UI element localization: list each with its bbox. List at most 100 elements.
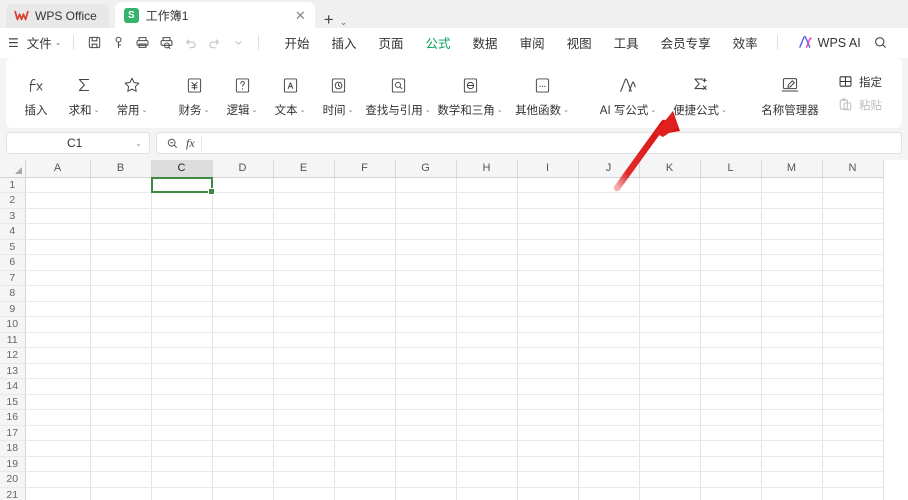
- cell-E19[interactable]: [273, 456, 335, 472]
- cell-H11[interactable]: [456, 332, 518, 348]
- cell-F19[interactable]: [334, 456, 396, 472]
- cell-A6[interactable]: [25, 254, 91, 271]
- row-header-1[interactable]: 1: [0, 177, 26, 193]
- cell-F14[interactable]: [334, 378, 396, 395]
- cell-J17[interactable]: [578, 425, 640, 441]
- cell-M16[interactable]: [761, 409, 823, 426]
- cell-C16[interactable]: [151, 409, 213, 426]
- cell-I14[interactable]: [517, 378, 579, 395]
- insert-function-button[interactable]: 插入: [12, 62, 60, 124]
- cell-D16[interactable]: [212, 409, 274, 426]
- cell-E15[interactable]: [273, 394, 335, 410]
- cell-J13[interactable]: [578, 363, 640, 379]
- column-header-B[interactable]: B: [90, 160, 152, 178]
- row-header-14[interactable]: 14: [0, 378, 26, 395]
- cell-D11[interactable]: [212, 332, 274, 348]
- tab-tools[interactable]: 工具: [603, 29, 650, 56]
- cell-K1[interactable]: [639, 177, 701, 193]
- formula-input-wrapper[interactable]: fx: [156, 132, 902, 154]
- row-header-3[interactable]: 3: [0, 208, 26, 224]
- cell-B11[interactable]: [90, 332, 152, 348]
- cell-K2[interactable]: [639, 192, 701, 209]
- close-icon[interactable]: ✕: [292, 9, 309, 22]
- cell-B6[interactable]: [90, 254, 152, 271]
- cell-D4[interactable]: [212, 223, 274, 240]
- column-header-N[interactable]: N: [822, 160, 884, 178]
- cell-K4[interactable]: [639, 223, 701, 240]
- cell-G17[interactable]: [395, 425, 457, 441]
- define-name-button[interactable]: 指定: [832, 71, 887, 92]
- cell-D15[interactable]: [212, 394, 274, 410]
- cell-N2[interactable]: [822, 192, 884, 209]
- cell-I5[interactable]: [517, 239, 579, 255]
- cell-H7[interactable]: [456, 270, 518, 286]
- cell-N7[interactable]: [822, 270, 884, 286]
- cell-I10[interactable]: [517, 316, 579, 333]
- cell-H5[interactable]: [456, 239, 518, 255]
- cell-G3[interactable]: [395, 208, 457, 224]
- cell-G8[interactable]: [395, 285, 457, 302]
- cell-K9[interactable]: [639, 301, 701, 317]
- cell-B7[interactable]: [90, 270, 152, 286]
- cell-L3[interactable]: [700, 208, 762, 224]
- cell-M19[interactable]: [761, 456, 823, 472]
- wps-ai-button[interactable]: WPS AI: [792, 32, 867, 53]
- cell-B13[interactable]: [90, 363, 152, 379]
- cell-C2[interactable]: [151, 192, 213, 209]
- column-header-I[interactable]: I: [517, 160, 579, 178]
- select-all-corner[interactable]: [0, 160, 26, 178]
- cell-J20[interactable]: [578, 471, 640, 488]
- column-header-C[interactable]: C: [151, 160, 213, 178]
- cell-N5[interactable]: [822, 239, 884, 255]
- cell-F15[interactable]: [334, 394, 396, 410]
- cell-I3[interactable]: [517, 208, 579, 224]
- cell-L6[interactable]: [700, 254, 762, 271]
- cell-B8[interactable]: [90, 285, 152, 302]
- cell-H2[interactable]: [456, 192, 518, 209]
- cell-E14[interactable]: [273, 378, 335, 395]
- cell-B19[interactable]: [90, 456, 152, 472]
- cell-K7[interactable]: [639, 270, 701, 286]
- column-header-D[interactable]: D: [212, 160, 274, 178]
- cell-M17[interactable]: [761, 425, 823, 441]
- cell-C15[interactable]: [151, 394, 213, 410]
- cell-M1[interactable]: [761, 177, 823, 193]
- cell-I11[interactable]: [517, 332, 579, 348]
- row-header-9[interactable]: 9: [0, 301, 26, 317]
- cell-L15[interactable]: [700, 394, 762, 410]
- cell-F21[interactable]: [334, 487, 396, 500]
- cell-F1[interactable]: [334, 177, 396, 193]
- cell-J18[interactable]: [578, 440, 640, 457]
- cell-L14[interactable]: [700, 378, 762, 395]
- cell-N19[interactable]: [822, 456, 884, 472]
- row-header-6[interactable]: 6: [0, 254, 26, 271]
- row-header-7[interactable]: 7: [0, 270, 26, 286]
- cell-G1[interactable]: [395, 177, 457, 193]
- cell-D10[interactable]: [212, 316, 274, 333]
- cell-A15[interactable]: [25, 394, 91, 410]
- cell-M10[interactable]: [761, 316, 823, 333]
- cell-G7[interactable]: [395, 270, 457, 286]
- cell-I1[interactable]: [517, 177, 579, 193]
- cell-A3[interactable]: [25, 208, 91, 224]
- cell-K19[interactable]: [639, 456, 701, 472]
- chevron-down-icon[interactable]: ⌄: [135, 139, 142, 148]
- cell-N10[interactable]: [822, 316, 884, 333]
- column-header-L[interactable]: L: [700, 160, 762, 178]
- row-header-4[interactable]: 4: [0, 223, 26, 240]
- cell-L2[interactable]: [700, 192, 762, 209]
- cell-H12[interactable]: [456, 347, 518, 364]
- cell-N4[interactable]: [822, 223, 884, 240]
- cell-A8[interactable]: [25, 285, 91, 302]
- more-functions-button[interactable]: 其他函数 ⌄: [506, 62, 578, 124]
- cell-E10[interactable]: [273, 316, 335, 333]
- cell-N1[interactable]: [822, 177, 884, 193]
- cell-K3[interactable]: [639, 208, 701, 224]
- cell-A19[interactable]: [25, 456, 91, 472]
- cell-B17[interactable]: [90, 425, 152, 441]
- cell-D20[interactable]: [212, 471, 274, 488]
- cell-M4[interactable]: [761, 223, 823, 240]
- text-functions-button[interactable]: 文本 ⌄: [266, 62, 314, 124]
- cell-I15[interactable]: [517, 394, 579, 410]
- cell-G2[interactable]: [395, 192, 457, 209]
